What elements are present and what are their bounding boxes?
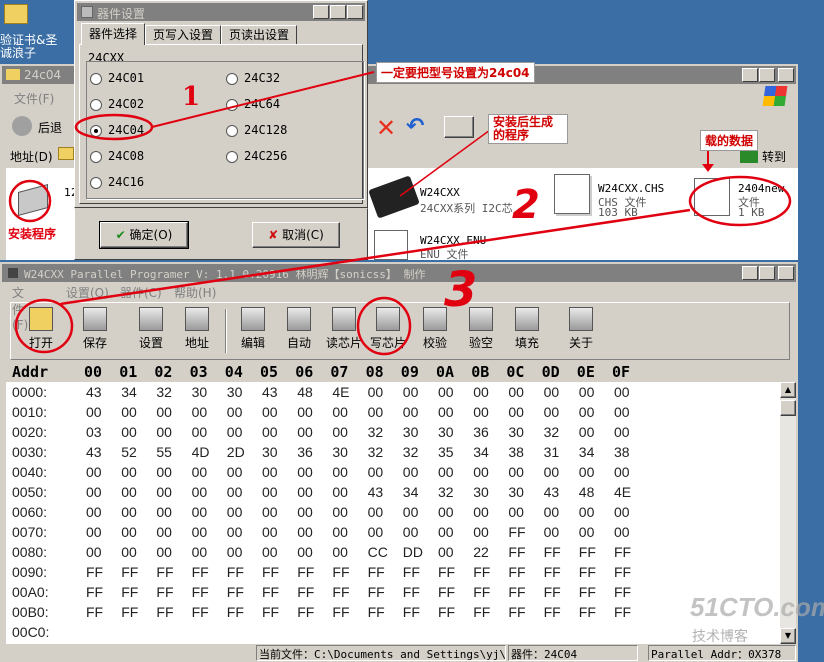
annotation-overlay [8,71,792,356]
annotation-circle-2404new [688,175,792,227]
annotation-data: 载的数据 [700,130,759,151]
watermark-site: 51CTO.com [690,592,824,622]
annotation-num-3: 3 [444,262,478,318]
watermark-sub: 技术博客 [692,629,748,645]
annotation-num-2: 2 [512,182,540,228]
annotation-line-program [399,129,491,197]
annotation-arrowhead [702,164,714,172]
annotation-after-install: 安装后生成的程序 [488,114,568,144]
annotation-circle-open [14,298,74,354]
annotation-circle-write [356,296,412,356]
tab-label: 器件选择 [88,27,137,41]
annotation-set-model: 一定要把型号设置为24c04 [376,62,535,83]
annotation-circle-24c04 [74,113,154,141]
annotation-line-open [59,208,691,306]
annotation-circle-installer [8,179,52,223]
tab-device-select[interactable]: 器件选择 [81,23,145,45]
annotation-install-prog: 安装程序 [8,228,60,241]
annotation-num-1: 1 [182,82,201,112]
